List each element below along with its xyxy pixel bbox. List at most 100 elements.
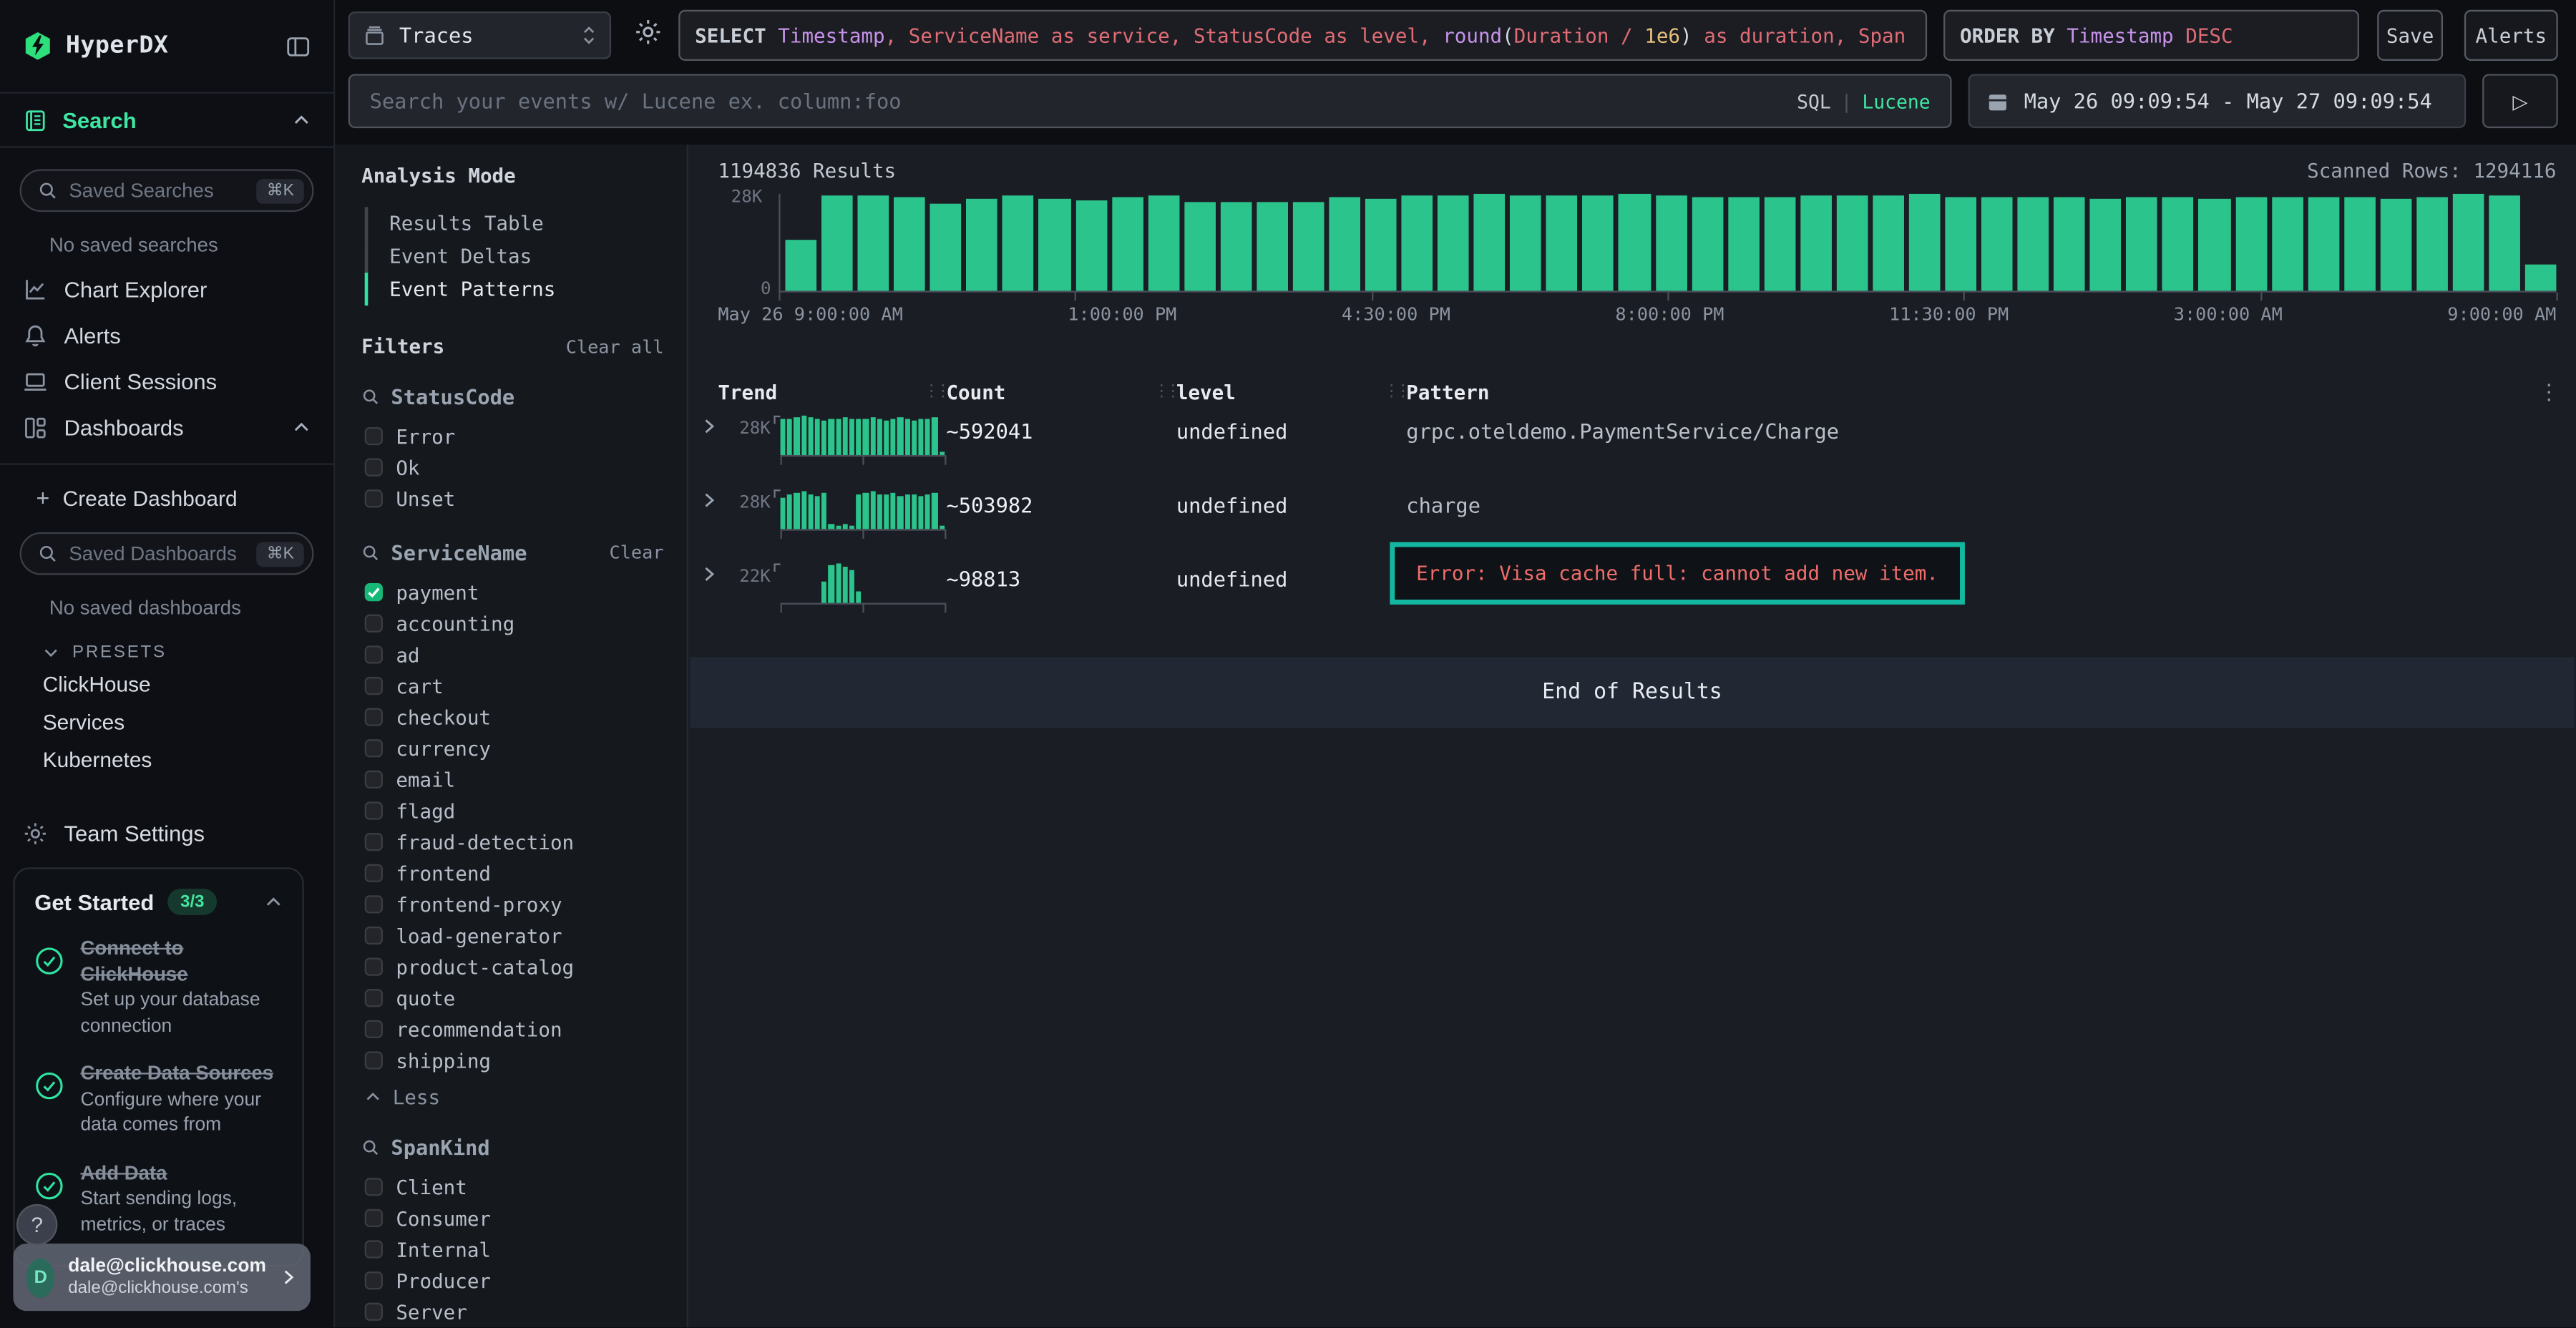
clear-all-button[interactable]: Clear all	[566, 336, 664, 358]
column-grip-icon[interactable]: ⋮⋮	[1383, 383, 1406, 401]
sql-toggle-option[interactable]: SQL	[1797, 89, 1831, 112]
sidebar-item-alerts[interactable]: Alerts	[0, 312, 333, 358]
checkbox[interactable]	[365, 801, 383, 819]
column-grip-icon[interactable]: ⋮⋮	[923, 383, 946, 401]
filter-option-server[interactable]: Server	[361, 1296, 663, 1327]
filter-option-recommendation[interactable]: recommendation	[361, 1014, 663, 1045]
checkbox[interactable]	[365, 833, 383, 851]
filter-option-accounting[interactable]: accounting	[361, 607, 663, 639]
results-histogram[interactable]	[779, 194, 2556, 293]
sidebar-preset-kubernetes[interactable]: Kubernetes	[0, 741, 333, 778]
filter-option-flagd[interactable]: flagd	[361, 795, 663, 826]
source-settings-gear-icon[interactable]	[634, 18, 662, 46]
filter-option-frontend-proxy[interactable]: frontend-proxy	[361, 889, 663, 920]
checkbox[interactable]	[365, 989, 383, 1007]
get-started-item[interactable]: Add DataStart sending logs, metrics, or …	[34, 1161, 283, 1239]
filter-option-error[interactable]: Error	[361, 421, 663, 452]
alerts-button[interactable]: Alerts	[2464, 10, 2558, 61]
checkbox[interactable]	[365, 864, 383, 882]
sidebar-preset-services[interactable]: Services	[0, 703, 333, 741]
filter-option-email[interactable]: email	[361, 764, 663, 796]
checkbox[interactable]	[365, 1020, 383, 1038]
filter-option-frontend[interactable]: frontend	[361, 857, 663, 889]
column-grip-icon[interactable]: ⋮⋮	[1153, 383, 1176, 401]
checkbox[interactable]	[365, 1240, 383, 1258]
column-header-level[interactable]: level	[1176, 381, 1236, 404]
analysis-mode-results-table[interactable]: Results Table	[365, 207, 664, 240]
lucene-toggle-option[interactable]: Lucene	[1862, 89, 1930, 112]
expand-row-chevron-icon[interactable]	[700, 491, 718, 509]
saved-dashboards-input[interactable]: ⌘K	[20, 532, 314, 575]
date-range-picker[interactable]: May 26 09:09:54 - May 27 09:09:54	[1968, 74, 2467, 128]
event-search-bar[interactable]: SQL|Lucene	[348, 74, 1952, 128]
checkbox[interactable]	[365, 708, 383, 726]
checkbox[interactable]	[365, 1271, 383, 1289]
event-search-input[interactable]	[370, 89, 1781, 113]
checkbox[interactable]	[365, 771, 383, 788]
checkbox[interactable]	[365, 489, 383, 507]
filter-option-unset[interactable]: Unset	[361, 483, 663, 514]
user-menu[interactable]: D dale@clickhouse.com dale@clickhouse.co…	[13, 1244, 311, 1311]
chevron-up-icon[interactable]	[265, 893, 283, 911]
sidebar-collapse-icon[interactable]	[286, 34, 310, 58]
filter-option-ok[interactable]: Ok	[361, 451, 663, 483]
show-less-button[interactable]: Less	[361, 1086, 663, 1109]
filter-option-producer[interactable]: Producer	[361, 1265, 663, 1297]
saved-searches-field[interactable]	[69, 179, 245, 202]
checkbox[interactable]	[365, 927, 383, 944]
table-row[interactable]: 28K~592041undefinedgrpc.oteldemo.Payment…	[688, 411, 2576, 479]
filter-option-client[interactable]: Client	[361, 1171, 663, 1203]
get-started-item[interactable]: Connect to ClickHouseSet up your databas…	[34, 937, 283, 1040]
sidebar-item-client-sessions[interactable]: Client Sessions	[0, 358, 333, 404]
filter-option-fraud-detection[interactable]: fraud-detection	[361, 826, 663, 858]
sidebar-item-search[interactable]: Search	[0, 94, 333, 148]
checkbox[interactable]	[365, 1303, 383, 1321]
source-select[interactable]: Traces	[348, 11, 611, 59]
table-options-kebab-icon[interactable]: ⋮	[2538, 381, 2560, 406]
sidebar-item-chart-explorer[interactable]: Chart Explorer	[0, 266, 333, 312]
checkbox[interactable]	[365, 1051, 383, 1069]
checkbox[interactable]	[365, 1178, 383, 1196]
query-language-toggle[interactable]: SQL|Lucene	[1797, 89, 1931, 112]
filter-option-payment[interactable]: payment	[361, 577, 663, 608]
create-dashboard-button[interactable]: + Create Dashboard	[36, 484, 334, 511]
checkbox[interactable]	[365, 677, 383, 695]
search-icon[interactable]	[361, 1138, 379, 1156]
column-header-trend[interactable]: Trend	[718, 381, 777, 404]
checkbox[interactable]	[365, 645, 383, 663]
filter-clear-button[interactable]: Clear	[609, 542, 663, 564]
checkbox[interactable]	[365, 958, 383, 976]
expand-row-chevron-icon[interactable]	[700, 417, 718, 435]
sidebar-item-dashboards[interactable]: Dashboards	[0, 404, 333, 450]
sidebar-preset-clickhouse[interactable]: ClickHouse	[0, 665, 333, 703]
get-started-item[interactable]: Create Data SourcesConfigure where your …	[34, 1062, 283, 1140]
filter-option-checkout[interactable]: checkout	[361, 701, 663, 733]
saved-searches-input[interactable]: ⌘K	[20, 169, 314, 212]
filter-option-product-catalog[interactable]: product-catalog	[361, 951, 663, 982]
run-query-button[interactable]: ▷	[2482, 74, 2558, 128]
column-header-pattern[interactable]: Pattern	[1406, 381, 1489, 404]
table-row[interactable]: 22K~98813undefinedError: Visa cache full…	[688, 559, 2576, 628]
sidebar-item-team-settings[interactable]: Team Settings	[23, 821, 333, 846]
filter-option-consumer[interactable]: Consumer	[361, 1203, 663, 1234]
checkbox[interactable]	[365, 739, 383, 757]
checkbox[interactable]	[365, 895, 383, 913]
filter-option-quote[interactable]: quote	[361, 982, 663, 1014]
filter-option-load-generator[interactable]: load-generator	[361, 920, 663, 952]
presets-header[interactable]: PRESETS	[43, 643, 333, 663]
expand-row-chevron-icon[interactable]	[700, 565, 718, 583]
save-button[interactable]: Save	[2377, 10, 2443, 61]
search-icon[interactable]	[361, 388, 379, 406]
checkbox[interactable]	[365, 1209, 383, 1227]
sql-select-editor[interactable]: SELECT Timestamp, ServiceName as service…	[678, 10, 1927, 61]
saved-dashboards-field[interactable]	[69, 542, 245, 565]
analysis-mode-event-patterns[interactable]: Event Patterns	[365, 273, 664, 306]
help-button[interactable]: ?	[16, 1204, 57, 1245]
checkbox[interactable]	[365, 583, 383, 601]
column-header-count[interactable]: Count	[946, 381, 1005, 404]
filter-option-currency[interactable]: currency	[361, 733, 663, 764]
search-icon[interactable]	[361, 544, 379, 562]
filter-option-internal[interactable]: Internal	[361, 1234, 663, 1265]
order-by-editor[interactable]: ORDER BY Timestamp DESC	[1943, 10, 2359, 61]
checkbox[interactable]	[365, 459, 383, 477]
